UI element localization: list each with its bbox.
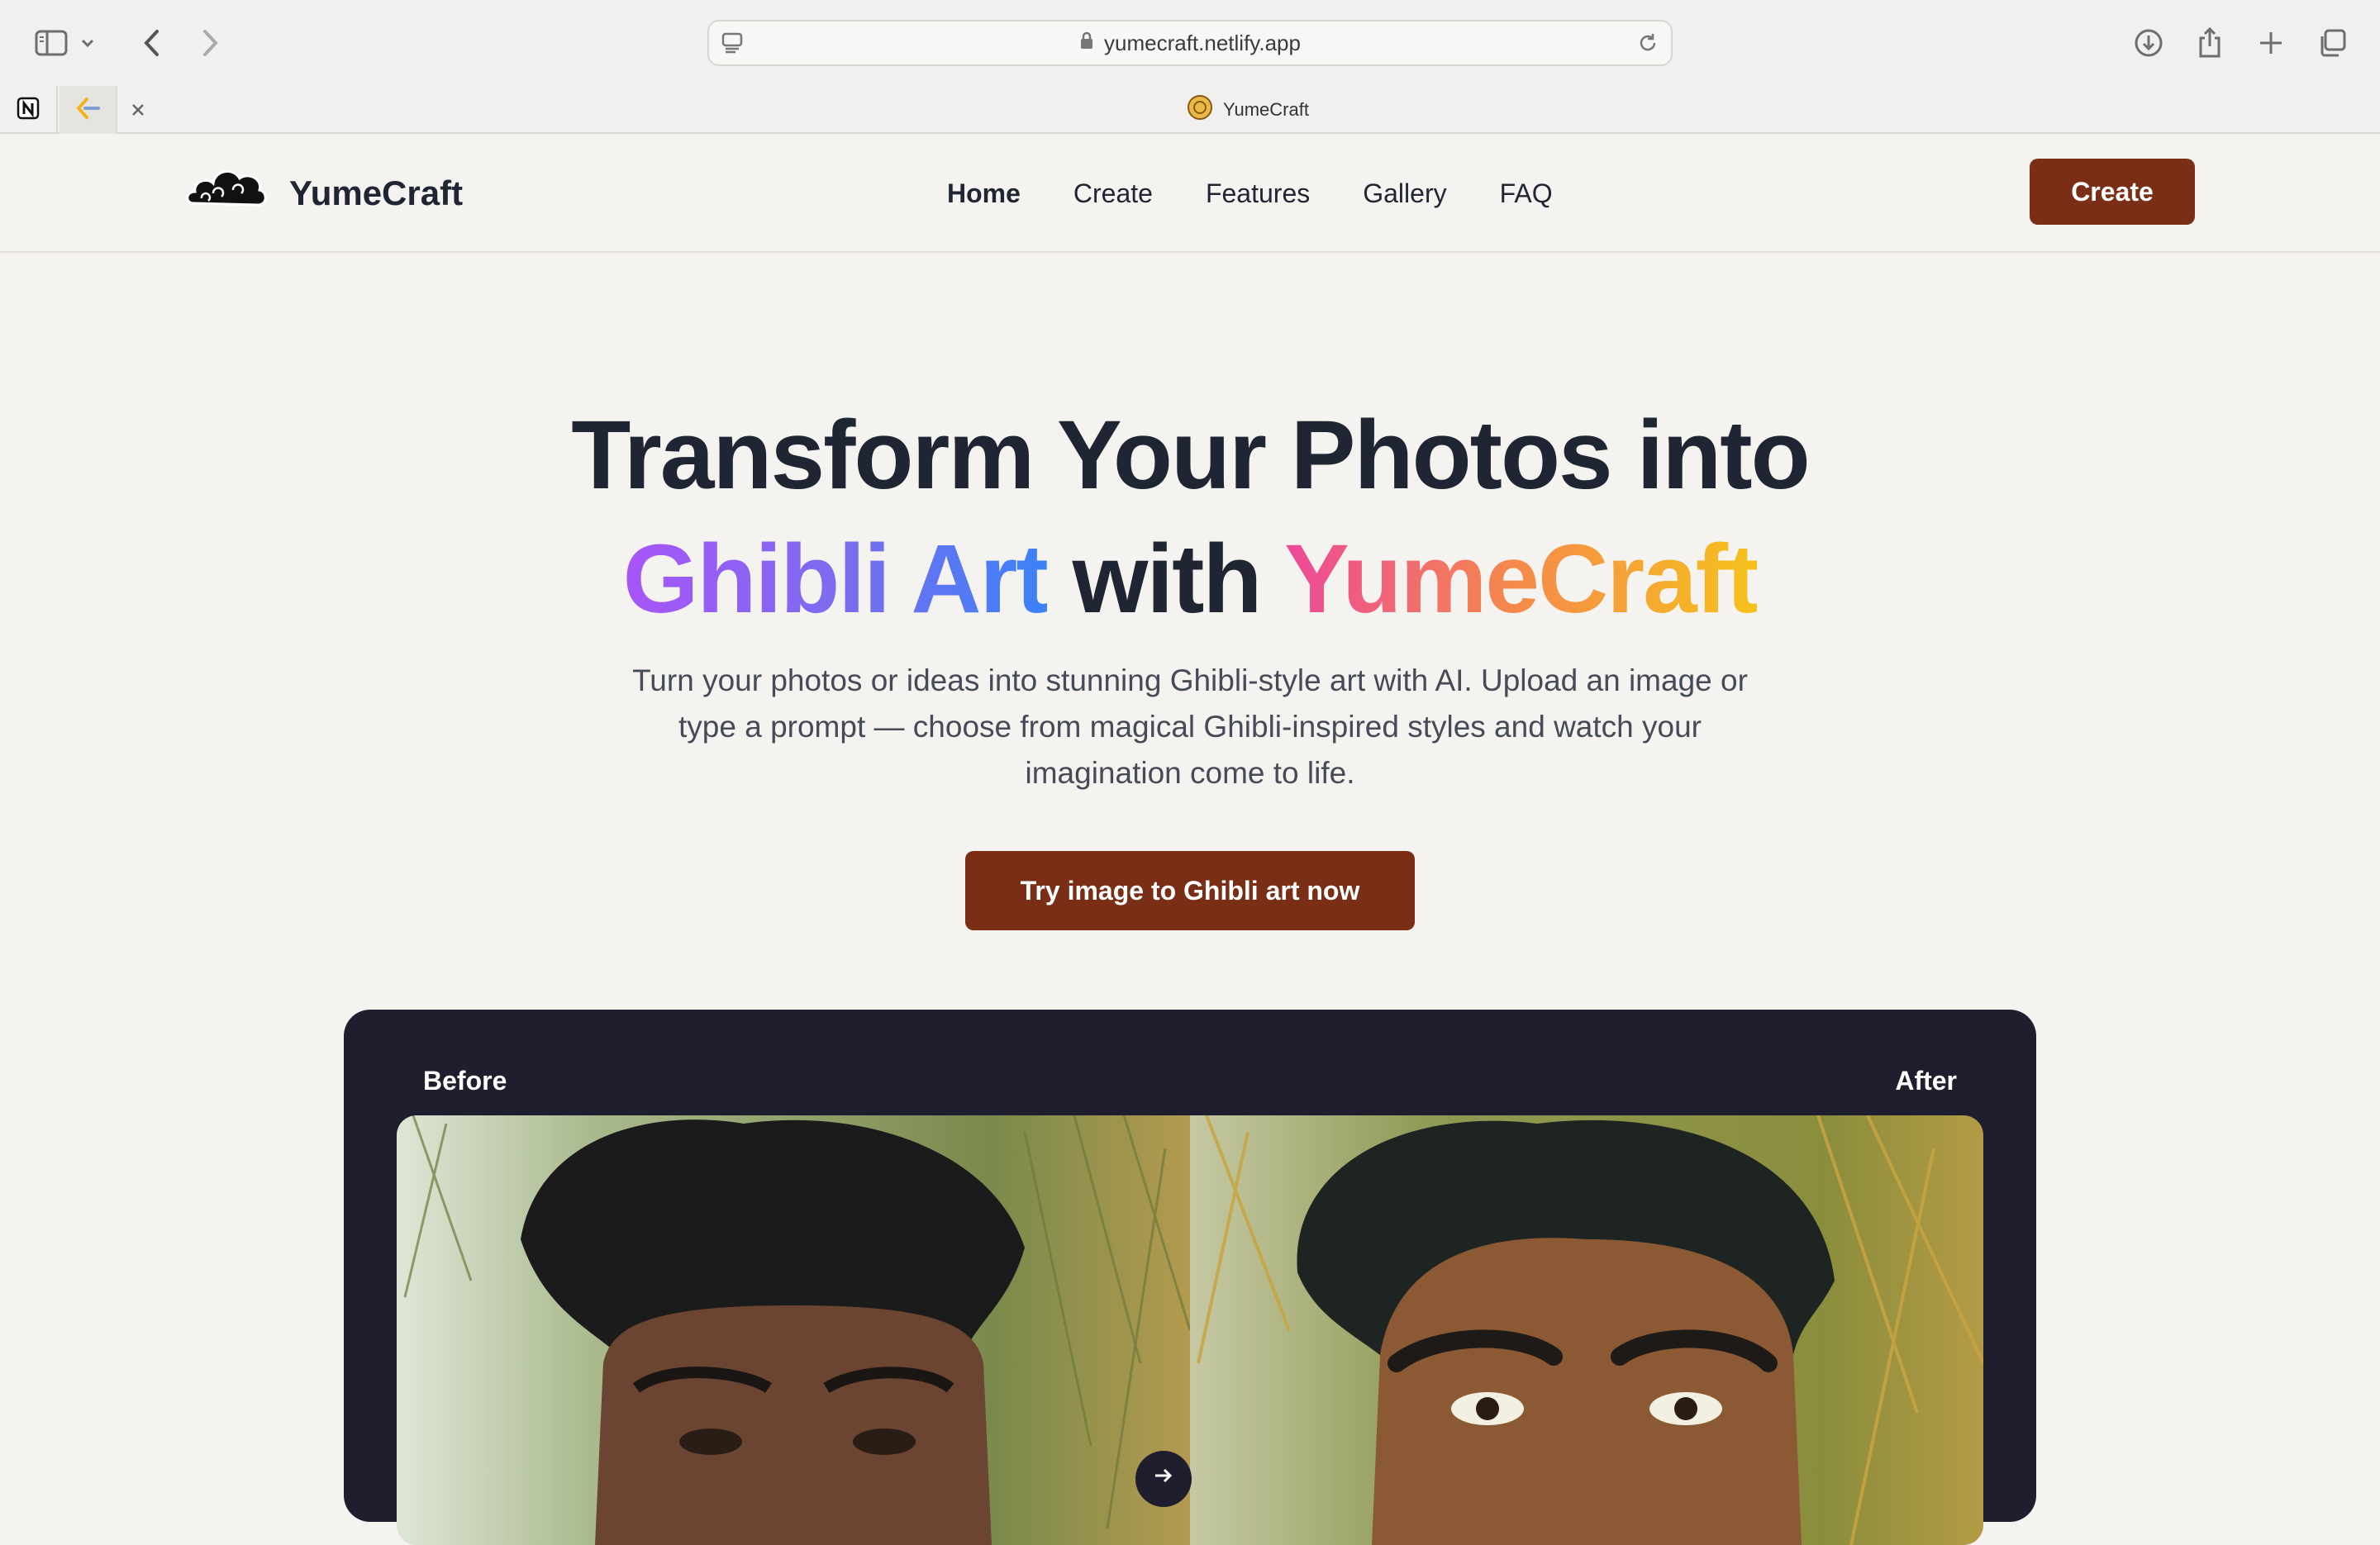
hero-title-line1: Transform Your Photos into bbox=[571, 401, 1810, 510]
after-illustration bbox=[1190, 1115, 1983, 1545]
after-label: After bbox=[1895, 1066, 1957, 1096]
pinned-tab-app[interactable] bbox=[60, 86, 117, 134]
reload-icon[interactable] bbox=[1636, 31, 1659, 59]
hero-title-connector: with bbox=[1046, 525, 1285, 634]
url-text: yumecraft.netlify.app bbox=[1104, 30, 1301, 55]
before-after-panel: Before After bbox=[344, 1010, 2036, 1545]
forward-icon[interactable] bbox=[183, 17, 236, 69]
downloads-icon[interactable] bbox=[2122, 17, 2175, 69]
site-favicon-icon bbox=[1187, 94, 1213, 126]
notion-icon bbox=[16, 96, 40, 125]
hero-title-highlight-brand: YumeCraft bbox=[1284, 525, 1759, 634]
pinned-tab-notion[interactable] bbox=[0, 86, 58, 134]
nav-gallery[interactable]: Gallery bbox=[1363, 178, 1446, 209]
share-icon[interactable] bbox=[2183, 17, 2236, 69]
main-nav: Home Create Features Gallery FAQ bbox=[947, 175, 1553, 212]
new-tab-icon[interactable] bbox=[2244, 17, 2297, 69]
hero-subtitle: Turn your photos or ideas into stunning … bbox=[632, 663, 1748, 790]
tab-active[interactable]: YumeCraft bbox=[1074, 86, 1421, 134]
spark-icon bbox=[74, 96, 102, 125]
compare-slider-handle[interactable] bbox=[1135, 1451, 1192, 1507]
brand-logo-link[interactable]: YumeCraft bbox=[185, 164, 463, 223]
tab-title: YumeCraft bbox=[1223, 99, 1309, 120]
hero-title: Transform Your Photos into Ghibli Art wi… bbox=[0, 393, 2380, 641]
hero-title-highlight-ghibli: Ghibli Art bbox=[622, 525, 1049, 634]
sidebar-toggle-icon[interactable] bbox=[25, 17, 78, 69]
nav-home[interactable]: Home bbox=[947, 178, 1021, 209]
try-now-button[interactable]: Try image to Ghibli art now bbox=[965, 851, 1415, 930]
before-photo bbox=[397, 1115, 1192, 1545]
site-header: YumeCraft Home Create Features Gallery F… bbox=[0, 134, 2380, 253]
nav-faq[interactable]: FAQ bbox=[1500, 178, 1553, 209]
chevron-down-icon[interactable] bbox=[71, 17, 104, 69]
tab-overview-icon[interactable] bbox=[2306, 17, 2359, 69]
back-icon[interactable] bbox=[126, 17, 178, 69]
create-button[interactable]: Create bbox=[2030, 159, 2195, 225]
before-label: Before bbox=[423, 1066, 507, 1096]
brand-name: YumeCraft bbox=[289, 174, 464, 212]
nav-features[interactable]: Features bbox=[1206, 178, 1310, 209]
nav-create[interactable]: Create bbox=[1073, 178, 1153, 209]
browser-toolbar: yumecraft.netlify.app bbox=[0, 0, 2380, 86]
lock-icon bbox=[1079, 31, 1094, 56]
browser-chrome: yumecraft.netlify.app YumeCraft bbox=[0, 0, 2380, 134]
cloud-logo-icon bbox=[185, 160, 268, 226]
close-tab-icon[interactable] bbox=[126, 97, 150, 122]
arrow-right-icon bbox=[1152, 1464, 1175, 1494]
address-bar[interactable]: yumecraft.netlify.app bbox=[707, 20, 1673, 66]
